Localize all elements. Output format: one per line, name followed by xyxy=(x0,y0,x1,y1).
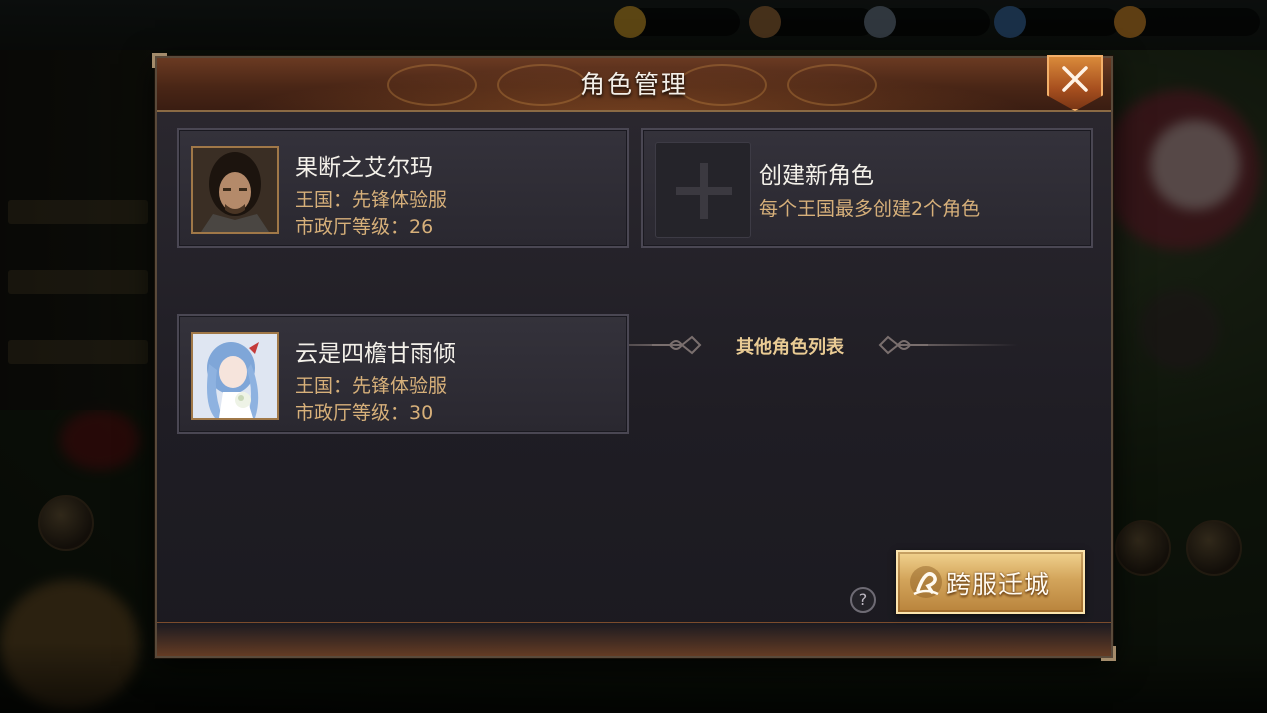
cross-server-migrate-button[interactable]: 跨服迁城 xyxy=(896,550,1085,614)
character-name: 果断之艾尔玛 xyxy=(295,155,433,181)
help-icon[interactable]: ? xyxy=(850,587,876,613)
dialog-title: 角色管理 xyxy=(579,70,688,99)
create-character-hint: 每个王国最多创建2个角色 xyxy=(759,198,981,220)
anime-girl-portrait-icon xyxy=(193,334,277,418)
character-kingdom: 王国：先锋体验服 xyxy=(295,189,448,211)
create-character-title: 创建新角色 xyxy=(759,163,874,189)
character-avatar xyxy=(191,332,279,420)
create-character-button[interactable] xyxy=(655,142,751,238)
character-town-hall-level: 市政厅等级：26 xyxy=(295,216,434,238)
plus-icon xyxy=(676,163,732,219)
current-character-card[interactable]: 果断之艾尔玛 王国：先锋体验服 市政厅等级：26 xyxy=(177,128,629,248)
close-icon xyxy=(1062,66,1088,92)
warrior-portrait-icon xyxy=(193,148,277,232)
character-avatar xyxy=(191,146,279,234)
other-characters-divider: 其他角色列表 xyxy=(562,330,1018,360)
dialog-footer xyxy=(157,622,1111,656)
character-name: 云是四檐甘雨倾 xyxy=(295,341,456,367)
dialog-header: 角色管理 xyxy=(157,58,1111,112)
migrate-icon xyxy=(910,566,942,598)
character-kingdom: 王国：先锋体验服 xyxy=(295,375,448,397)
other-character-card[interactable]: 云是四檐甘雨倾 王国：先锋体验服 市政厅等级：30 xyxy=(177,314,629,434)
character-town-hall-level: 市政厅等级：30 xyxy=(295,402,434,424)
other-characters-label: 其他角色列表 xyxy=(736,337,844,358)
create-character-card[interactable]: 创建新角色 每个王国最多创建2个角色 xyxy=(641,128,1093,248)
migrate-button-label: 跨服迁城 xyxy=(946,570,1051,599)
